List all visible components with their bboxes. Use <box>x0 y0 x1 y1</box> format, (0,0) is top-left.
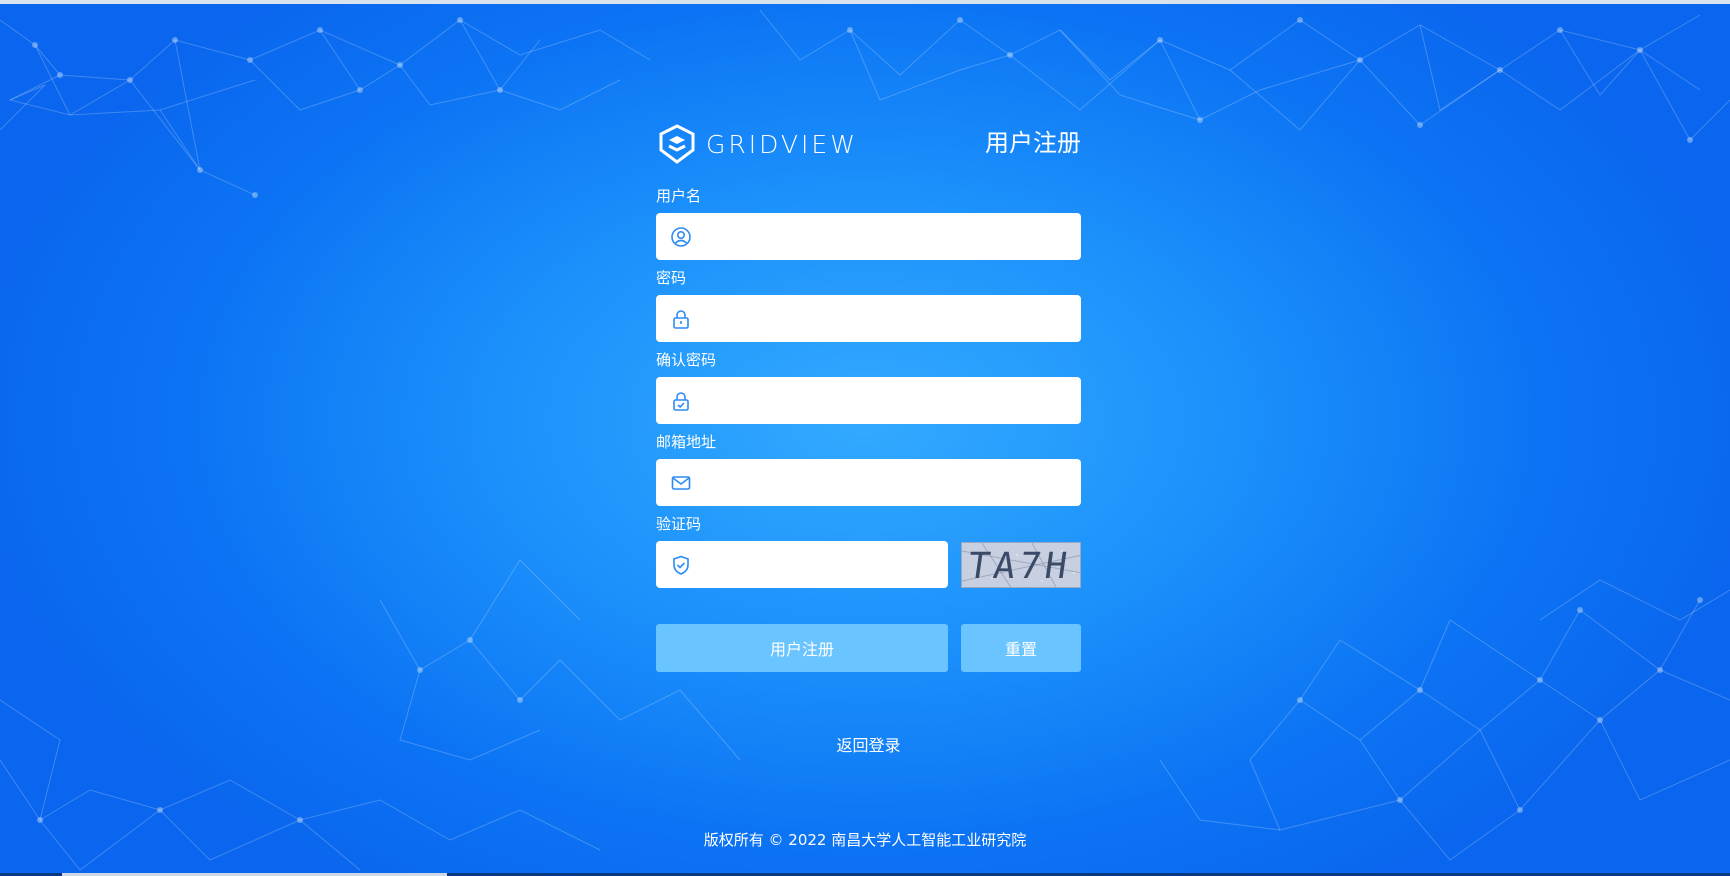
username-input[interactable] <box>706 213 1066 260</box>
captcha-label: 验证码 <box>656 515 702 533</box>
confirm-password-input[interactable] <box>706 377 1066 424</box>
confirm-password-field[interactable] <box>656 377 1081 424</box>
user-icon <box>671 227 691 247</box>
confirm-password-label: 确认密码 <box>656 351 717 369</box>
reset-button[interactable]: 重置 <box>961 624 1081 672</box>
copyright-text: 版权所有 © 2022 南昌大学人工智能工业研究院 <box>703 831 1027 849</box>
lock-icon <box>673 310 689 329</box>
password-label: 密码 <box>656 269 687 287</box>
captcha-input[interactable] <box>706 541 936 588</box>
email-field[interactable] <box>656 459 1081 506</box>
shield-icon <box>673 555 689 575</box>
password-field[interactable] <box>656 295 1081 342</box>
email-input[interactable] <box>706 459 1066 506</box>
logo-text: GRIDVIEW <box>706 129 858 159</box>
page-background: GRIDVIEW 用户注册 用户名 密码 确认密码 邮箱地址 验证码 TA7H … <box>0 0 1730 876</box>
register-panel: GRIDVIEW 用户注册 用户名 密码 确认密码 邮箱地址 验证码 TA7H … <box>656 120 1081 755</box>
lock-check-icon <box>673 392 689 411</box>
email-label: 邮箱地址 <box>656 433 717 451</box>
captcha-field[interactable] <box>656 541 948 588</box>
page-title: 用户注册 <box>985 129 1081 157</box>
captcha-row: TA7H <box>656 541 1081 588</box>
username-label: 用户名 <box>656 187 702 205</box>
back-to-login-link[interactable]: 返回登录 <box>656 732 1081 756</box>
captcha-image[interactable]: TA7H <box>961 542 1081 588</box>
gridview-logo-icon <box>659 124 695 164</box>
password-input[interactable] <box>706 295 1066 342</box>
logo: GRIDVIEW <box>656 124 858 164</box>
username-field[interactable] <box>656 213 1081 260</box>
captcha-code: TA7H <box>965 546 1074 587</box>
register-button[interactable]: 用户注册 <box>656 624 948 672</box>
button-row: 用户注册 重置 <box>656 624 1081 672</box>
mail-icon <box>671 476 691 490</box>
panel-header: GRIDVIEW 用户注册 <box>656 120 1081 172</box>
